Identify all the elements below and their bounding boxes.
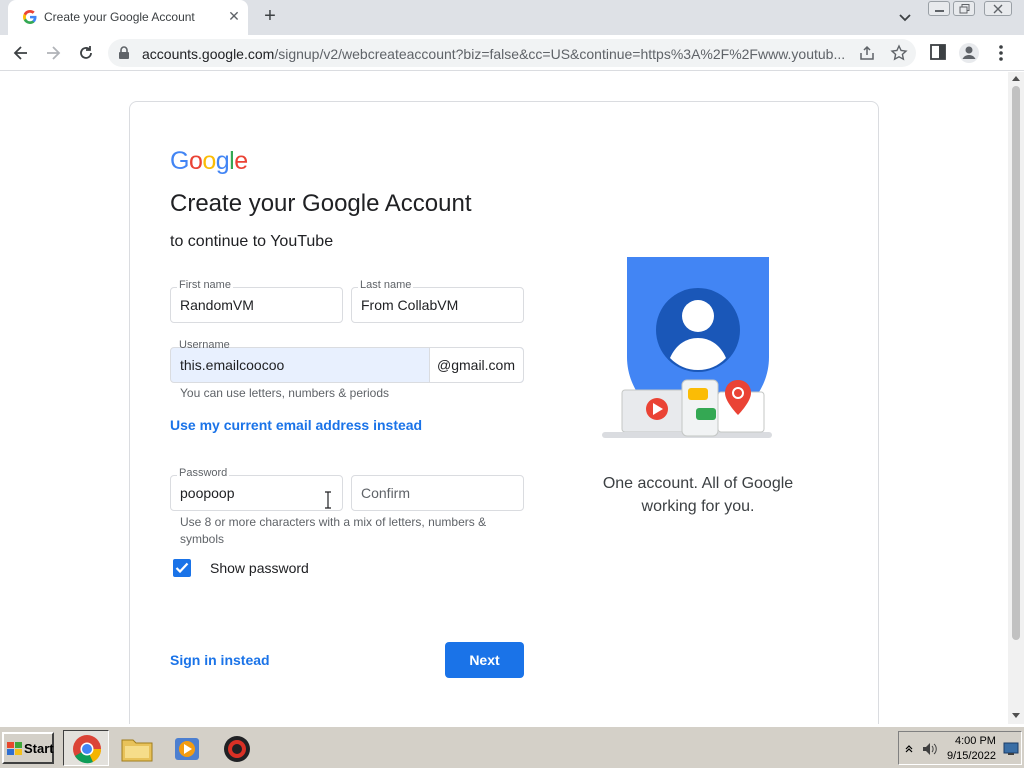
logo-letter: o [188,147,203,175]
logo-letter: o [202,147,216,175]
new-tab-plus-icon[interactable]: + [258,4,282,28]
windows-flag-icon [7,742,22,755]
password-value: poopoop [180,485,235,501]
address-bar[interactable]: accounts.google.com/signup/v2/webcreatea… [108,39,916,67]
close-window-button[interactable] [984,1,1012,16]
tab-title: Create your Google Account [44,10,195,24]
minimize-icon [935,10,944,12]
first-name-field[interactable]: First name RandomVM [170,279,343,323]
tagline-line: working for you. [641,498,755,515]
share-icon[interactable] [858,44,876,62]
forward-button[interactable] [40,40,66,66]
arrow-right-icon [47,46,61,60]
page-subtitle: to continue to YouTube [170,233,334,250]
tagline: One account. All of Google working for y… [600,472,796,518]
username-hint: You can use letters, numbers & periods [180,386,390,400]
hangouts-bubble-icon [696,408,716,420]
profile-avatar-icon[interactable] [958,42,980,64]
show-password-checkbox[interactable] [173,559,191,577]
url-path: /signup/v2/webcreateaccount?biz=false&cc… [274,46,846,62]
first-name-value: RandomVM [180,297,254,313]
password-hint: Use 8 or more characters with a mix of l… [180,514,486,548]
restore-icon [959,4,970,14]
clock-time[interactable]: 4:00 PM [955,735,996,747]
last-name-value: From CollabVM [361,297,459,313]
vertical-scrollbar[interactable] [1008,72,1024,724]
tagline-line: One account. All of Google [602,475,794,492]
lock-icon[interactable] [118,46,130,60]
scroll-thumb[interactable] [1012,86,1020,640]
url-text[interactable]: accounts.google.com/signup/v2/webcreatea… [142,46,852,62]
arrow-left-icon [13,46,27,60]
last-name-label: Last name [358,279,414,291]
tab-strip: Create your Google Account ✕ + [0,0,1024,35]
password-field[interactable]: Password poopoop [170,467,343,511]
username-field[interactable]: Username this.emailcoocoo @gmail.com [170,339,524,383]
page-title: Create your Google Account [170,190,472,217]
close-icon [993,4,1003,14]
tray-chevron-icon[interactable] [905,743,913,753]
text-cursor-icon [325,491,331,509]
media-player-icon [175,738,199,760]
last-name-field[interactable]: Last name From CollabVM [351,279,524,323]
first-name-label: First name [177,279,233,291]
next-button[interactable]: Next [445,642,524,678]
signup-card: Google Create your Google Account to con… [129,101,879,724]
folder-icon [121,739,153,762]
taskbar-app-explorer[interactable] [113,730,159,766]
kebab-menu-icon[interactable] [994,42,1016,64]
confirm-password-field[interactable]: Confirm [351,475,524,511]
clock-date[interactable]: 9/15/2022 [947,750,996,762]
checkmark-icon [175,562,189,574]
taskbar-app-media-player[interactable] [163,730,209,766]
chrome-icon [73,735,102,764]
logo-letter: e [234,147,248,175]
system-tray: 4:00 PM 9/15/2022 [898,731,1022,765]
avatar-head-icon [682,300,714,332]
scroll-down-arrow-icon[interactable] [1012,713,1020,718]
start-label: Start [24,741,54,756]
taskbar-app-collabvm[interactable] [213,730,259,766]
taskbar-app-chrome[interactable] [63,730,109,766]
password-hint-line: symbols [180,532,225,546]
chevron-down-icon[interactable] [894,6,916,28]
google-logo: Google [170,147,248,176]
tab-active[interactable]: Create your Google Account ✕ [8,0,248,35]
sign-in-instead-link[interactable]: Sign in instead [170,652,270,668]
account-shield-illustration [602,257,772,438]
side-panel-icon[interactable] [928,42,950,64]
username-value: this.emailcoocoo [180,357,285,373]
url-host: accounts.google.com [142,46,275,62]
password-label: Password [177,467,230,479]
chat-bubble-icon [688,388,708,400]
star-icon[interactable] [890,44,908,62]
minimize-button[interactable] [928,1,950,16]
logo-letter: G [170,147,189,175]
confirm-placeholder: Confirm [361,485,411,501]
network-icon[interactable] [1003,742,1019,756]
gmail-suffix: @gmail.com [429,348,523,382]
page-viewport: Google Create your Google Account to con… [0,72,1008,724]
google-favicon-icon [23,10,37,24]
back-button[interactable] [8,40,34,66]
taskbar: Start 4:00 PM 9/15/2022 [0,726,1024,768]
tab-close-icon[interactable]: ✕ [224,6,244,26]
collabvm-icon [224,736,250,762]
start-button[interactable]: Start [2,732,54,764]
logo-letter: g [215,147,230,175]
show-password-label[interactable]: Show password [210,560,309,576]
use-current-email-link[interactable]: Use my current email address instead [170,417,422,433]
browser-toolbar: accounts.google.com/signup/v2/webcreatea… [0,35,1024,71]
reload-icon [80,46,92,59]
password-hint-line: Use 8 or more characters with a mix of l… [180,515,487,529]
username-label: Username [179,339,230,351]
restore-button[interactable] [953,1,975,16]
volume-icon[interactable] [921,741,939,757]
reload-button[interactable] [73,40,99,66]
scroll-up-arrow-icon[interactable] [1012,76,1020,81]
